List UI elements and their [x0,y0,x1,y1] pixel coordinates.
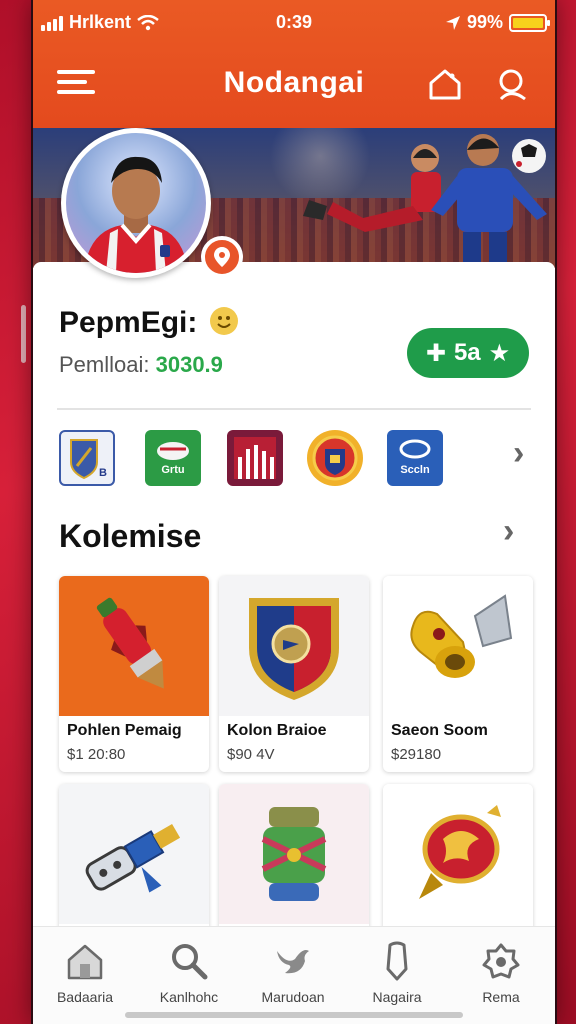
side-button [21,305,26,363]
profile-name: PepmEgi: [59,306,238,340]
search-icon [172,944,208,980]
item-price: $29180 [391,746,442,763]
nav-item-settings[interactable]: Rema [449,941,553,1005]
badge-2[interactable]: Grtu [145,430,201,486]
status-bar: Hrlkent 0:39 99% [33,8,555,36]
battery-percent: 99% [466,12,503,32]
rocket-icon [59,576,209,716]
lantern-icon [219,784,369,924]
badge-1-text: B [99,467,107,479]
home-icon[interactable] [427,66,463,102]
bird-icon [277,950,309,974]
club-stripes-icon [234,437,276,479]
header: Nodangai [33,52,555,112]
club-logo-icon: Sccln [399,439,431,476]
item-card[interactable] [59,784,209,934]
points-label: 5a [453,339,481,366]
trumpet-icon [383,576,533,716]
profile-card: PepmEgi: Pemlloai: 3030.9 ✚ 5a ★ B Grtu … [33,262,555,962]
item-card[interactable] [383,784,533,934]
nav-item-search[interactable]: Kanlhohc [137,941,241,1005]
home-icon [67,944,103,980]
badge-4[interactable] [307,430,363,486]
emblem-icon [383,784,533,924]
item-name: Saeon Soom [391,722,488,739]
top-bar: Hrlkent 0:39 99% Nodangai [33,0,555,128]
nav-label-home: Badaaria [56,989,114,1005]
divider [57,408,531,410]
badge-2-text: Grtu [161,464,184,476]
badges-chevron-right-icon[interactable]: › [513,434,524,473]
section-chevron-right-icon[interactable]: › [503,512,514,551]
settings-icon [482,943,520,979]
plus-icon: ✚ [425,339,446,367]
club-shield-icon: B [70,439,107,480]
nav-item-bird[interactable]: Marudoan [241,941,345,1005]
smiley-icon [209,307,238,335]
item-name: Pohlen Pemaig [67,722,182,739]
badge-1[interactable]: B [59,430,115,486]
search-icon[interactable] [495,66,531,102]
home-indicator[interactable] [125,1012,463,1018]
item-card[interactable] [219,784,369,934]
tool-icon [59,784,209,924]
badge-5-text: Sccln [400,464,430,476]
battery-icon [509,13,550,32]
item-card[interactable]: Pohlen Pemaig $1 20:80 [59,576,209,772]
bottom-nav: Badaaria Kanlhohc Marudoan Nagaira Rema [33,926,555,1024]
item-price: $1 20:80 [67,746,126,763]
nav-label-search: Kanlhohc [159,989,219,1005]
subtitle-value: 3030.9 [155,352,223,377]
badge-3[interactable] [227,430,283,486]
nav-item-home[interactable]: Badaaria [33,941,137,1005]
section-title: Kolemise [59,518,202,554]
star-icon: ★ [488,339,511,367]
points-button[interactable]: ✚ 5a ★ [407,328,529,378]
item-card[interactable]: Kolon Braioe $90 4V [219,576,369,772]
location-arrow-icon [445,15,460,30]
avatar[interactable] [61,128,211,278]
badge-5[interactable]: Sccln [387,430,443,486]
app-screen: Hrlkent 0:39 99% Nodangai PepmEgi: Pemll… [33,0,555,1024]
pencil-icon [386,941,408,981]
nav-label-settings: Rema [482,989,520,1005]
nav-label-pencil: Nagaira [372,989,422,1005]
club-ball-icon: Grtu [157,442,189,476]
profile-name-text: PepmEgi: [59,306,198,339]
shield-icon [219,576,369,716]
location-pin-icon[interactable] [201,236,243,278]
item-name: Kolon Braioe [227,722,327,739]
subtitle-label: Pemlloai: [59,352,150,377]
badge-row: B Grtu Sccln › [57,430,533,486]
app-title: Nodangai [223,66,365,99]
nav-label-bird: Marudoan [261,989,325,1005]
nav-item-pencil[interactable]: Nagaira [345,941,449,1005]
profile-subtitle: Pemlloai: 3030.9 [59,352,223,378]
item-price: $90 4V [227,746,275,763]
item-card[interactable]: Saeon Soom $29180 [383,576,533,772]
club-crest-icon [312,435,358,481]
